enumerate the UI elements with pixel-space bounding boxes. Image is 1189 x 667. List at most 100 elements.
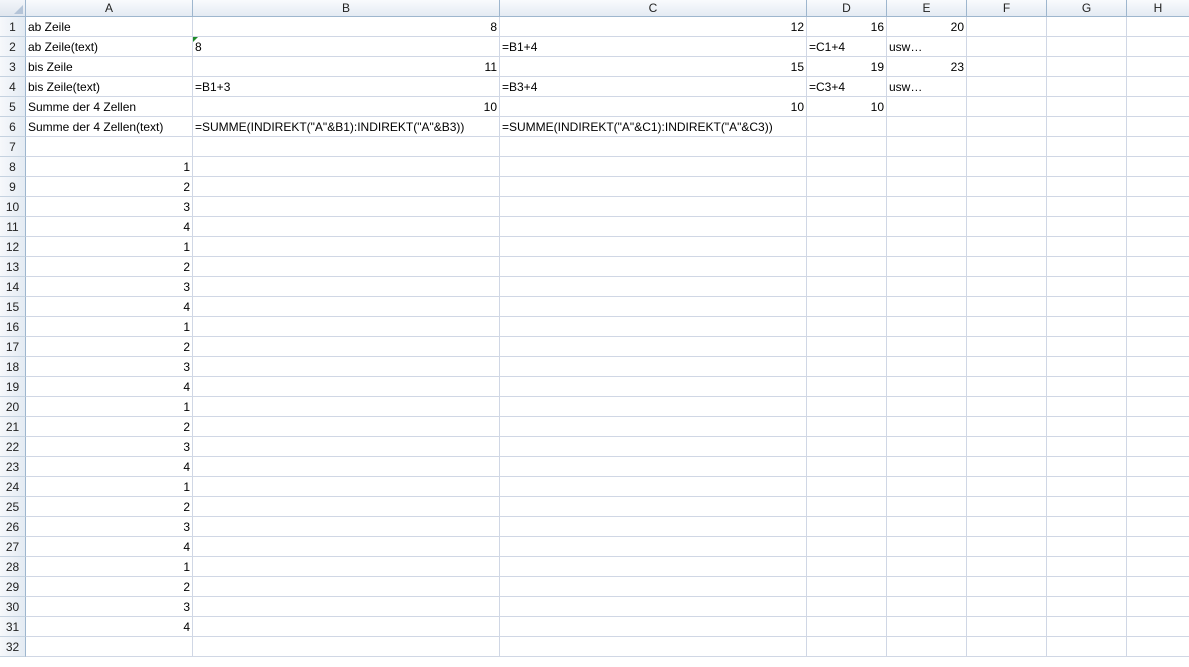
cell-a6[interactable]: Summe der 4 Zellen(text) [26,117,193,137]
cell-a32[interactable] [26,637,193,657]
cell-e8[interactable] [887,157,967,177]
cell-d24[interactable] [807,477,887,497]
row-header-14[interactable]: 14 [0,277,26,297]
cell-f1[interactable] [967,17,1047,37]
cell-d21[interactable] [807,417,887,437]
cell-g31[interactable] [1047,617,1127,637]
cell-g6[interactable] [1047,117,1127,137]
cell-a21[interactable]: 2 [26,417,193,437]
row-header-31[interactable]: 31 [0,617,26,637]
cell-h6[interactable] [1127,117,1189,137]
cell-d6[interactable] [807,117,887,137]
cell-b19[interactable] [193,377,500,397]
cell-d12[interactable] [807,237,887,257]
cell-g21[interactable] [1047,417,1127,437]
cell-d17[interactable] [807,337,887,357]
column-header-g[interactable]: G [1047,0,1127,17]
cell-e29[interactable] [887,577,967,597]
row-header-2[interactable]: 2 [0,37,26,57]
cell-e5[interactable] [887,97,967,117]
cell-g8[interactable] [1047,157,1127,177]
row-header-30[interactable]: 30 [0,597,26,617]
column-header-e[interactable]: E [887,0,967,17]
cell-c9[interactable] [500,177,807,197]
cell-g3[interactable] [1047,57,1127,77]
cell-a15[interactable]: 4 [26,297,193,317]
cell-a18[interactable]: 3 [26,357,193,377]
cell-c31[interactable] [500,617,807,637]
cell-a4[interactable]: bis Zeile(text) [26,77,193,97]
row-header-1[interactable]: 1 [0,17,26,37]
cell-c17[interactable] [500,337,807,357]
cell-d23[interactable] [807,457,887,477]
cell-b28[interactable] [193,557,500,577]
cell-f16[interactable] [967,317,1047,337]
cell-c27[interactable] [500,537,807,557]
cell-d13[interactable] [807,257,887,277]
cell-b30[interactable] [193,597,500,617]
cell-e12[interactable] [887,237,967,257]
cell-b26[interactable] [193,517,500,537]
cell-e4[interactable]: usw… [887,77,967,97]
cell-b18[interactable] [193,357,500,377]
cell-h17[interactable] [1127,337,1189,357]
cell-g15[interactable] [1047,297,1127,317]
cell-e24[interactable] [887,477,967,497]
cell-a19[interactable]: 4 [26,377,193,397]
cell-e19[interactable] [887,377,967,397]
cell-c3[interactable]: 15 [500,57,807,77]
cell-f29[interactable] [967,577,1047,597]
cell-e18[interactable] [887,357,967,377]
cell-g17[interactable] [1047,337,1127,357]
cell-b23[interactable] [193,457,500,477]
cell-g13[interactable] [1047,257,1127,277]
cell-h4[interactable] [1127,77,1189,97]
cell-h11[interactable] [1127,217,1189,237]
cell-f23[interactable] [967,457,1047,477]
cell-g14[interactable] [1047,277,1127,297]
cell-d20[interactable] [807,397,887,417]
cell-b15[interactable] [193,297,500,317]
cell-d28[interactable] [807,557,887,577]
cell-c16[interactable] [500,317,807,337]
cell-b17[interactable] [193,337,500,357]
cell-c19[interactable] [500,377,807,397]
cell-f9[interactable] [967,177,1047,197]
cell-d7[interactable] [807,137,887,157]
cell-b24[interactable] [193,477,500,497]
cell-g12[interactable] [1047,237,1127,257]
cell-a9[interactable]: 2 [26,177,193,197]
cell-b4[interactable]: =B1+3 [193,77,500,97]
cell-h1[interactable] [1127,17,1189,37]
cell-a2[interactable]: ab Zeile(text) [26,37,193,57]
cell-c30[interactable] [500,597,807,617]
cell-e17[interactable] [887,337,967,357]
column-header-d[interactable]: D [807,0,887,17]
cell-h23[interactable] [1127,457,1189,477]
cell-a10[interactable]: 3 [26,197,193,217]
cell-b8[interactable] [193,157,500,177]
cell-c25[interactable] [500,497,807,517]
cell-b20[interactable] [193,397,500,417]
row-header-17[interactable]: 17 [0,337,26,357]
cell-h20[interactable] [1127,397,1189,417]
cell-h19[interactable] [1127,377,1189,397]
cell-f3[interactable] [967,57,1047,77]
row-header-32[interactable]: 32 [0,637,26,657]
cell-g23[interactable] [1047,457,1127,477]
cell-e2[interactable]: usw… [887,37,967,57]
cell-h7[interactable] [1127,137,1189,157]
cell-d4[interactable]: =C3+4 [807,77,887,97]
cell-c29[interactable] [500,577,807,597]
column-header-c[interactable]: C [500,0,807,17]
cell-c7[interactable] [500,137,807,157]
cell-h10[interactable] [1127,197,1189,217]
cell-g18[interactable] [1047,357,1127,377]
cell-f32[interactable] [967,637,1047,657]
cell-c22[interactable] [500,437,807,457]
cell-d14[interactable] [807,277,887,297]
row-header-12[interactable]: 12 [0,237,26,257]
cell-d15[interactable] [807,297,887,317]
row-header-15[interactable]: 15 [0,297,26,317]
row-header-25[interactable]: 25 [0,497,26,517]
